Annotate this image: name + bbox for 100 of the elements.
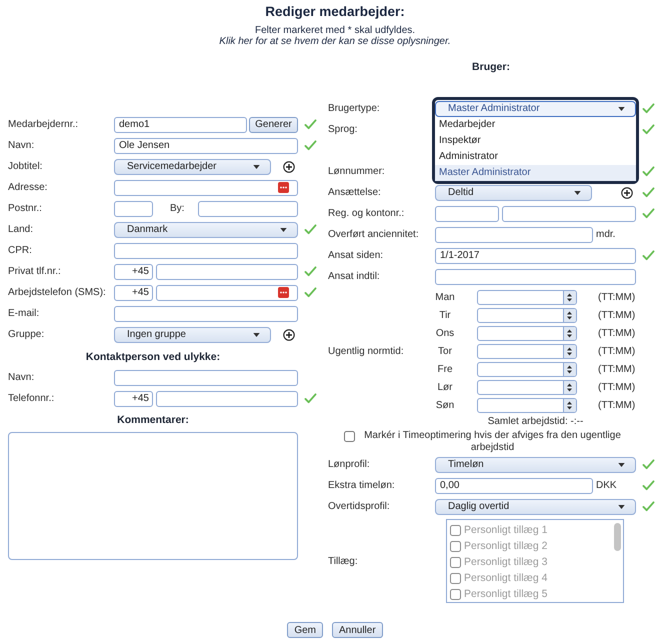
postcode-field[interactable] — [114, 200, 153, 216]
day-label: Ons — [434, 328, 456, 338]
field-label: Privat tlf.nr.: — [8, 266, 62, 277]
field-label: Land: — [8, 224, 34, 235]
cancel-button[interactable]: Annuller — [332, 622, 383, 638]
time-field[interactable] — [477, 344, 577, 358]
caret-icon — [574, 190, 581, 194]
unit-label: (TT:MM) — [598, 364, 636, 374]
checkbox-label[interactable]: Markér i Timeoptimering hvis der afviges fra den ugentlige arbejdstid — [358, 430, 626, 454]
unit-label: (TT:MM) — [598, 310, 636, 320]
field-label: Lønnummer: — [328, 166, 386, 177]
day-label: Man — [434, 292, 456, 302]
field-label: Tillæg: — [328, 556, 359, 566]
text-field[interactable]: 1/1-2017 — [435, 248, 636, 264]
stepper-icon[interactable] — [563, 308, 576, 322]
time-field[interactable] — [477, 326, 577, 340]
text-field[interactable] — [435, 268, 636, 284]
day-label: Tor — [437, 346, 453, 356]
country-code-field[interactable]: +45 — [114, 264, 153, 280]
text-field[interactable]: Ole Jensen — [114, 138, 298, 154]
field-label: Overført anciennitet: — [328, 229, 420, 240]
text-field[interactable]: demo1 — [114, 116, 247, 132]
dropdown-option[interactable]: Inspektør — [435, 132, 636, 148]
stepper-icon[interactable] — [563, 326, 576, 340]
time-field[interactable] — [477, 308, 577, 322]
dropdown[interactable]: Timeløn — [435, 456, 636, 472]
page-title: Rediger medarbejder: — [264, 3, 406, 21]
dropdown[interactable]: Master Administrator — [435, 100, 636, 116]
field-label: CPR: — [8, 245, 33, 256]
field-label: E-mail: — [8, 308, 40, 319]
city-field[interactable] — [198, 200, 298, 216]
field-label: Navn: — [8, 372, 36, 383]
field-label: Navn: — [8, 140, 36, 151]
add-icon[interactable] — [283, 160, 295, 172]
field-label: Ansat indtil: — [328, 271, 381, 282]
scrollbar-thumb[interactable] — [614, 523, 620, 551]
caret-icon — [618, 106, 625, 110]
field-label: Brugertype: — [328, 103, 381, 114]
checkbox[interactable] — [344, 431, 354, 442]
stepper-icon[interactable] — [563, 398, 576, 412]
comments-field[interactable] — [8, 432, 298, 560]
caret-icon — [618, 504, 625, 508]
unit-label: mdr. — [596, 229, 616, 240]
dropdown-option[interactable]: Master Administrator — [435, 164, 636, 180]
text-field[interactable] — [435, 226, 593, 242]
add-icon[interactable] — [283, 328, 295, 340]
visibility-link[interactable]: Klik her for at se hvem der kan se disse oplysninger. — [219, 36, 451, 47]
text-field[interactable] — [114, 180, 298, 196]
phone-field[interactable] — [156, 264, 298, 280]
phone-field[interactable] — [156, 284, 298, 300]
text-field[interactable]: 0,00 — [435, 478, 593, 494]
time-field[interactable] — [477, 362, 577, 376]
required-note: Felter markeret med * skal udfyldes. — [254, 25, 416, 36]
country-code-field[interactable]: +45 — [114, 390, 153, 406]
caret-icon — [253, 332, 260, 336]
field-label: Sprog: — [328, 123, 358, 137]
field-label: Jobtitel: — [8, 161, 44, 172]
dropdown[interactable]: Daglig overtid — [435, 498, 636, 514]
dropdown[interactable]: Danmark — [114, 222, 298, 238]
unit-label: (TT:MM) — [598, 328, 636, 338]
stepper-icon[interactable] — [563, 362, 576, 376]
save-button[interactable]: Gem — [287, 622, 323, 638]
day-label: Søn — [434, 400, 456, 410]
reg-number-field[interactable] — [435, 206, 499, 222]
dropdown-option[interactable]: Medarbejder — [435, 116, 636, 132]
field-label: By: — [170, 203, 186, 214]
add-icon[interactable] — [621, 186, 633, 198]
time-field[interactable] — [477, 380, 577, 394]
field-label: Telefonnr.: — [8, 393, 56, 404]
section-heading: Kontaktperson ved ulykke: — [84, 350, 222, 364]
time-field[interactable] — [477, 290, 577, 304]
day-label: Lør — [436, 382, 454, 392]
unit-label: DKK — [596, 480, 617, 491]
field-label: Ansat siden: — [328, 250, 384, 261]
caret-icon — [280, 228, 287, 232]
dropdown[interactable]: Deltid — [435, 184, 592, 200]
field-label: Gruppe: — [8, 329, 46, 340]
field-label: Ansættelse: — [328, 187, 382, 198]
field-label: Medarbejdernr.: — [8, 119, 80, 130]
text-field[interactable] — [114, 306, 298, 322]
ellipsis-icon[interactable] — [278, 182, 289, 192]
generate-button[interactable]: Generer — [249, 116, 298, 132]
time-field[interactable] — [477, 398, 577, 412]
section-heading: Kommentarer: — [116, 413, 190, 427]
total-hours: Samlet arbejdstid: -:-- — [486, 415, 584, 429]
dropdown-option[interactable]: Administrator — [435, 148, 636, 164]
stepper-icon[interactable] — [563, 380, 576, 394]
dropdown[interactable]: Ingen gruppe — [114, 326, 271, 342]
text-field[interactable] — [114, 242, 298, 258]
account-number-field[interactable] — [502, 206, 636, 222]
stepper-icon[interactable] — [563, 344, 576, 358]
dropdown[interactable]: Servicemedarbejder — [114, 158, 271, 174]
country-code-field[interactable]: +45 — [114, 284, 153, 300]
field-label: Overtidsprofil: — [328, 501, 391, 512]
phone-field[interactable] — [156, 390, 298, 406]
stepper-icon[interactable] — [563, 290, 576, 304]
text-field[interactable] — [114, 370, 298, 386]
ellipsis-icon[interactable] — [278, 286, 289, 298]
unit-label: (TT:MM) — [598, 382, 636, 392]
field-label: Ekstra timeløn: — [328, 480, 396, 491]
